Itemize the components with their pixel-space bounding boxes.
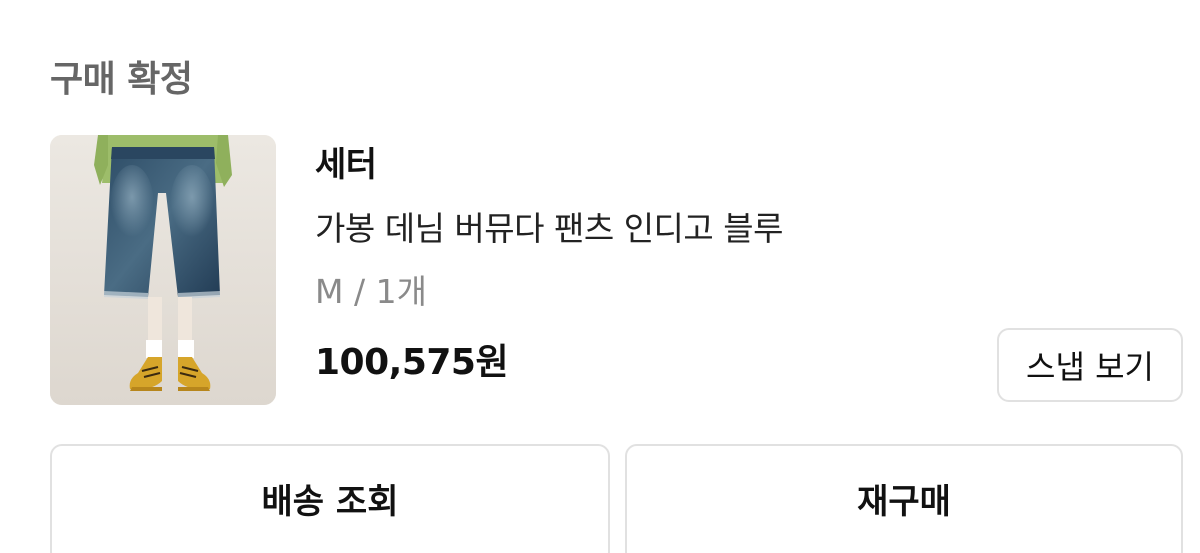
product-name[interactable]: 가봉 데님 버뮤다 팬츠 인디고 블루 [315, 205, 784, 253]
order-status-title: 구매 확정 [50, 59, 193, 100]
product-image[interactable] [50, 135, 276, 405]
view-snap-button[interactable]: 스냅 보기 [997, 328, 1183, 402]
product-photo-icon [50, 135, 276, 405]
product-option: M / 1개 [315, 272, 427, 311]
rebuy-button[interactable]: 재구매 [625, 444, 1183, 553]
product-brand[interactable]: 세터 [315, 140, 377, 190]
track-delivery-button[interactable]: 배송 조회 [50, 444, 610, 553]
order-card: 구매 확정 세터 가봉 데님 버뮤다 팬츠 인디고 블루 M / 1개 100,… [0, 0, 1200, 553]
product-price: 100,575원 [315, 342, 509, 383]
